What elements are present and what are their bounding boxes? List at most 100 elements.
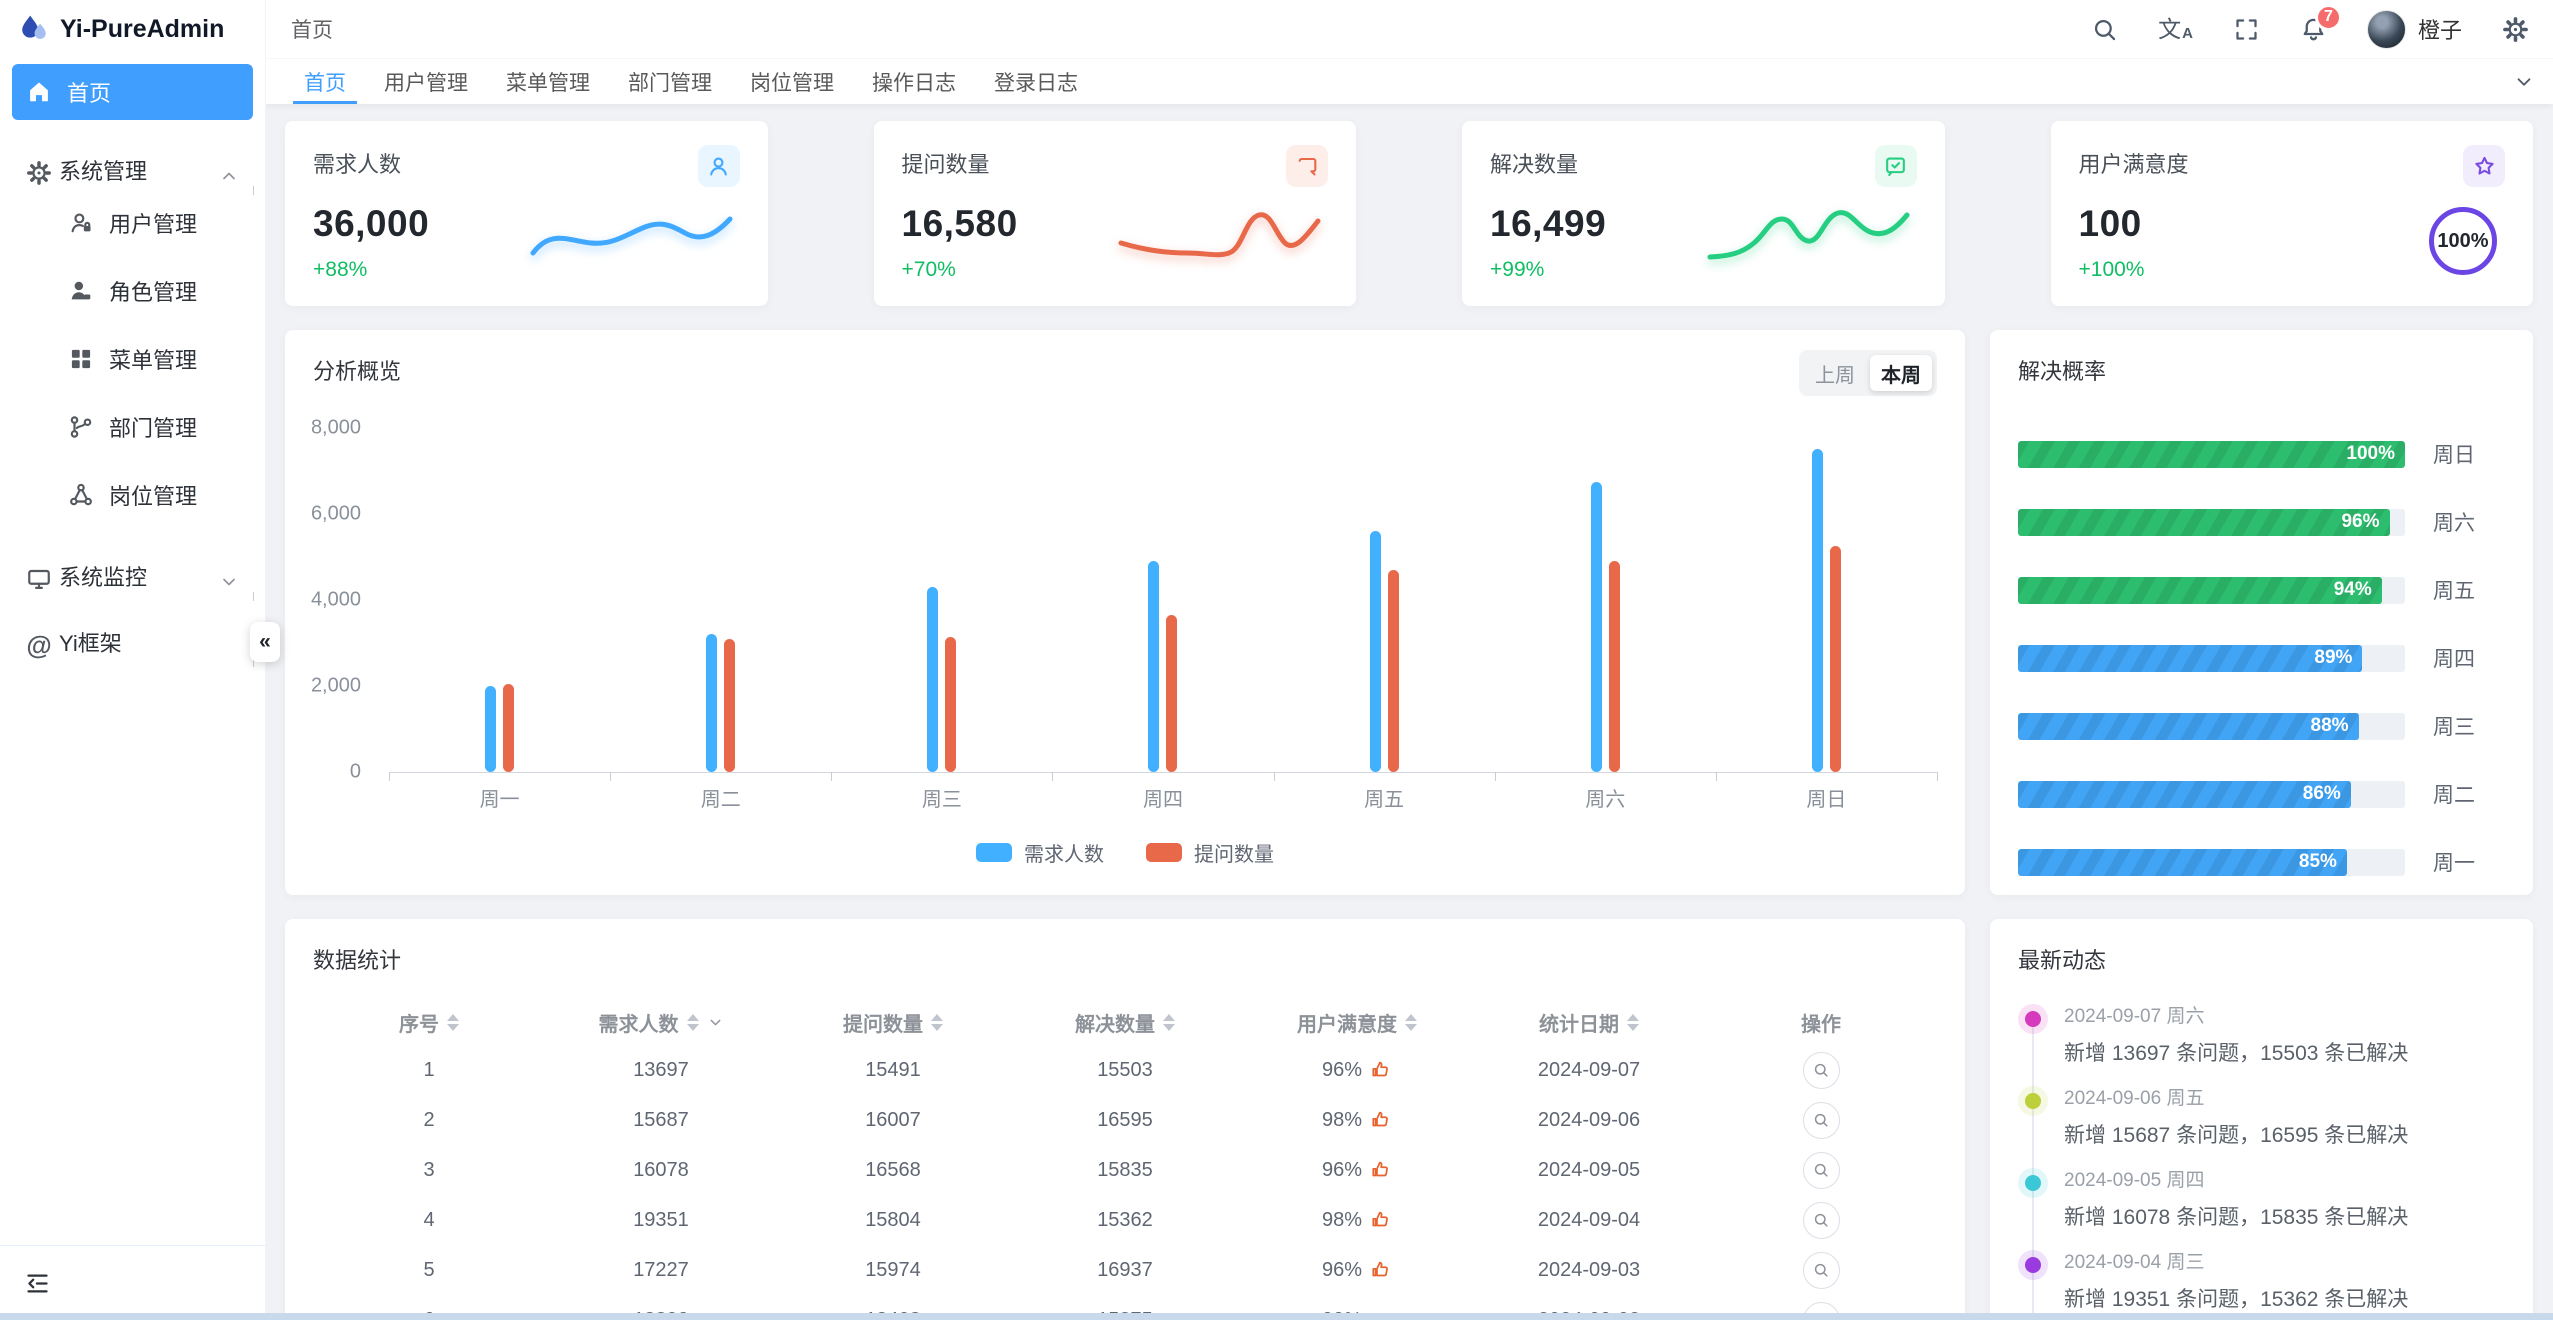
sidebar-item-角色管理[interactable]: 角色管理 bbox=[12, 260, 253, 322]
column-header-解决数量: 解决数量 bbox=[1009, 1008, 1241, 1037]
timeline-text: 新增 19351 条问题，15362 条已解决 bbox=[2064, 1283, 2505, 1313]
stat-card-title: 解决数量 bbox=[1490, 147, 1917, 179]
y-axis: 02,0004,0006,0008,000 bbox=[313, 428, 373, 772]
tab-用户管理[interactable]: 用户管理 bbox=[365, 59, 487, 104]
sidebar-group-Yi框架[interactable]: @ Yi框架 bbox=[12, 598, 253, 658]
progress-fill: 88% bbox=[2018, 713, 2359, 740]
progress-percent: 94% bbox=[2334, 579, 2372, 601]
progress-day-label: 周一 bbox=[2433, 847, 2505, 877]
cell-date: 2024-09-06 bbox=[1473, 1109, 1705, 1132]
search-icon[interactable] bbox=[2091, 16, 2118, 43]
tabs-more-button[interactable] bbox=[2495, 59, 2553, 104]
legend-item-需求人数[interactable]: 需求人数 bbox=[976, 838, 1104, 867]
sidebar-item-部门管理[interactable]: 部门管理 bbox=[12, 396, 253, 458]
tab-操作日志[interactable]: 操作日志 bbox=[853, 59, 975, 104]
sort-carets-icon[interactable] bbox=[687, 1014, 699, 1031]
timeline-item: 2024-09-07 周六 新增 13697 条问题，15503 条已解决 bbox=[2018, 1001, 2505, 1067]
table-row: 2 15687 16007 16595 98% 2024-09-06 bbox=[313, 1095, 1937, 1145]
translate-icon[interactable]: 文A bbox=[2158, 18, 2193, 41]
legend-item-提问数量[interactable]: 提问数量 bbox=[1146, 838, 1274, 867]
stat-card-title: 需求人数 bbox=[313, 147, 740, 179]
toggle-上周[interactable]: 上周 bbox=[1804, 355, 1866, 391]
timeline-text: 新增 15687 条问题，16595 条已解决 bbox=[2064, 1119, 2505, 1149]
probability-row-周五: 94% 周五 bbox=[2018, 556, 2505, 624]
tabs: 首页用户管理菜单管理部门管理岗位管理操作日志登录日志 bbox=[265, 59, 1097, 104]
sidebar-group-系统管理[interactable]: 系统管理 bbox=[12, 126, 253, 186]
view-detail-button[interactable] bbox=[1803, 1102, 1840, 1139]
view-detail-button[interactable] bbox=[1803, 1252, 1840, 1289]
cell-no: 5 bbox=[313, 1259, 545, 1282]
tab-岗位管理[interactable]: 岗位管理 bbox=[731, 59, 853, 104]
cell-demand: 16078 bbox=[545, 1159, 777, 1182]
progress-day-label: 周五 bbox=[2433, 575, 2505, 605]
sidebar-item-岗位管理[interactable]: 岗位管理 bbox=[12, 464, 253, 526]
tab-登录日志[interactable]: 登录日志 bbox=[975, 59, 1097, 104]
probability-row-周二: 86% 周二 bbox=[2018, 760, 2505, 828]
stat-card-title: 提问数量 bbox=[902, 147, 1329, 179]
sort-carets-icon[interactable] bbox=[1163, 1014, 1175, 1031]
cell-no: 4 bbox=[313, 1209, 545, 1232]
notifications-button[interactable]: 7 bbox=[2300, 16, 2327, 43]
sidebar-collapse-button[interactable]: « bbox=[250, 622, 280, 662]
filter-chevron-icon[interactable] bbox=[707, 1014, 724, 1031]
fullscreen-icon[interactable] bbox=[2233, 16, 2260, 43]
sparkline bbox=[1117, 191, 1322, 269]
timeline-dot bbox=[2025, 1011, 2041, 1027]
timeline-date: 2024-09-06 周五 bbox=[2064, 1083, 2505, 1110]
tab-菜单管理[interactable]: 菜单管理 bbox=[487, 59, 609, 104]
cell-no: 3 bbox=[313, 1159, 545, 1182]
toggle-本周[interactable]: 本周 bbox=[1870, 355, 1932, 391]
thumb-up-icon bbox=[1370, 1109, 1392, 1131]
legend-label: 提问数量 bbox=[1194, 838, 1274, 867]
cell-satisfaction: 96% bbox=[1241, 1259, 1473, 1282]
sparkline bbox=[1706, 191, 1911, 269]
probability-row-周四: 89% 周四 bbox=[2018, 624, 2505, 692]
x-axis-label: 周五 bbox=[1274, 783, 1495, 812]
bar-提问数量-周六 bbox=[1609, 561, 1620, 772]
x-axis-label: 周日 bbox=[1716, 783, 1937, 812]
tab-首页[interactable]: 首页 bbox=[285, 59, 365, 104]
cell-demand: 15687 bbox=[545, 1109, 777, 1132]
tab-部门管理[interactable]: 部门管理 bbox=[609, 59, 731, 104]
cell-demand: 19351 bbox=[545, 1209, 777, 1232]
sort-carets-icon[interactable] bbox=[447, 1014, 459, 1031]
y-axis-tick: 0 bbox=[350, 761, 361, 784]
bar-group-周三 bbox=[831, 428, 1052, 772]
sidebar-item-用户管理[interactable]: 用户管理 bbox=[12, 192, 253, 254]
cell-date: 2024-09-07 bbox=[1473, 1059, 1705, 1082]
user-menu[interactable]: 橙子 bbox=[2367, 10, 2462, 49]
y-axis-tick: 6,000 bbox=[311, 503, 361, 526]
view-detail-button[interactable] bbox=[1803, 1202, 1840, 1239]
sidebar-item-首页[interactable]: 首页 bbox=[12, 64, 253, 120]
legend-swatch bbox=[1146, 843, 1182, 862]
chevron-up-icon bbox=[219, 166, 239, 186]
view-detail-button[interactable] bbox=[1803, 1152, 1840, 1189]
star-icon bbox=[2463, 145, 2505, 187]
table-title: 数据统计 bbox=[313, 943, 1937, 975]
menu-fold-icon[interactable] bbox=[24, 1270, 51, 1297]
progress-track: 86% bbox=[2018, 781, 2405, 808]
settings-gear-icon[interactable] bbox=[2502, 16, 2529, 43]
thumb-up-icon bbox=[1370, 1059, 1392, 1081]
sidebar-item-label: 菜单管理 bbox=[109, 343, 239, 375]
progress-track: 100% bbox=[2018, 441, 2405, 468]
app-logo[interactable]: Yi-PureAdmin bbox=[0, 0, 265, 58]
sidebar-item-菜单管理[interactable]: 菜单管理 bbox=[12, 328, 253, 390]
cell-satisfaction: 96% bbox=[1241, 1159, 1473, 1182]
latest-news-card: 最新动态 2024-09-07 周六 新增 13697 条问题，15503 条已… bbox=[1990, 919, 2533, 1320]
solve-probability-card: 解决概率 100% 周日 96% 周六 94% 周五 89% 周四 88% 周三 bbox=[1990, 330, 2533, 895]
sidebar-group-系统监控[interactable]: 系统监控 bbox=[12, 532, 253, 592]
cell-date: 2024-09-05 bbox=[1473, 1159, 1705, 1182]
cell-questions: 16568 bbox=[777, 1159, 1009, 1182]
view-detail-button[interactable] bbox=[1803, 1052, 1840, 1089]
sidebar-group-label: Yi框架 bbox=[59, 626, 239, 658]
sort-carets-icon[interactable] bbox=[931, 1014, 943, 1031]
sort-carets-icon[interactable] bbox=[1405, 1014, 1417, 1031]
sort-carets-icon[interactable] bbox=[1627, 1014, 1639, 1031]
horizontal-scrollbar[interactable] bbox=[0, 1313, 2553, 1320]
breadcrumb[interactable]: 首页 bbox=[291, 14, 333, 44]
main-content: 需求人数 36,000 +88% 提问数量 16,580 +70% 解决数量 1… bbox=[265, 103, 2553, 1320]
cell-questions: 15804 bbox=[777, 1209, 1009, 1232]
bar-提问数量-周五 bbox=[1388, 570, 1399, 772]
table-row: 5 17227 15974 16937 96% 2024-09-03 bbox=[313, 1245, 1937, 1295]
